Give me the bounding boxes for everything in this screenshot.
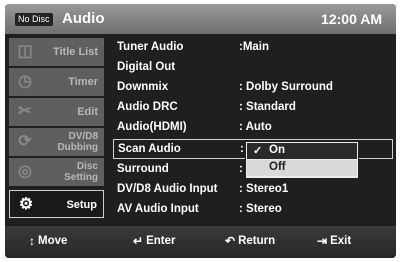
option-off[interactable]: Off: [247, 160, 357, 176]
settings-list: Tuner Audio :Main Digital Out Downmix : …: [113, 38, 393, 220]
menu-window: No Disc Audio 12:00 AM ◫ Title List ◷ Ti…: [5, 4, 396, 258]
no-disc-badge: No Disc: [15, 13, 53, 26]
header-bar: No Disc Audio 12:00 AM: [5, 4, 396, 34]
scan-audio-dropdown: ✓ On Off: [245, 141, 359, 179]
sidebar-item-label: Disc Setting: [64, 161, 98, 183]
sidebar-item-label: DV/D8 Dubbing: [57, 131, 98, 153]
clock-icon: ◷: [18, 73, 32, 90]
option-label: Off: [269, 161, 286, 173]
sidebar-item-label: Title List: [52, 46, 98, 58]
setting-label: Audio(HDMI): [117, 121, 187, 133]
setting-row-dv-d8-audio-input[interactable]: DV/D8 Audio Input : Stereo1: [113, 180, 393, 200]
film-icon: ◫: [17, 43, 33, 60]
setting-label: Tuner Audio: [117, 41, 184, 53]
setting-label: AV Audio Input: [117, 203, 199, 215]
setting-value: :: [239, 163, 243, 175]
setting-row-digital-out[interactable]: Digital Out: [113, 58, 393, 78]
setting-label: Digital Out: [117, 61, 176, 73]
return-icon: ↶: [225, 234, 236, 248]
dubbing-icon: ⟳: [18, 133, 32, 150]
setting-row-audio-hdmi[interactable]: Audio(HDMI) : Auto: [113, 118, 393, 138]
setting-label: DV/D8 Audio Input: [117, 183, 218, 195]
disc-icon: ◎: [18, 163, 32, 180]
sidebar: ◫ Title List ◷ Timer ✂ Edit ⟳ DV/D8 Dubb…: [9, 38, 104, 218]
setting-label: Surround: [117, 163, 169, 175]
sidebar-item-disc-setting[interactable]: ◎ Disc Setting: [9, 158, 104, 186]
setting-row-av-audio-input[interactable]: AV Audio Input : Stereo: [113, 200, 393, 220]
setting-row-audio-drc[interactable]: Audio DRC : Standard: [113, 98, 393, 118]
sidebar-item-label: Edit: [77, 106, 98, 118]
sidebar-item-setup[interactable]: ⚙ Setup: [9, 190, 104, 218]
return-label: Return: [238, 235, 276, 247]
enter-label: Enter: [146, 235, 176, 247]
sidebar-item-label: Timer: [68, 76, 98, 88]
enter-icon: ↵: [133, 234, 144, 248]
setting-value: : Stereo1: [239, 183, 289, 195]
setting-value: : Stereo: [239, 203, 282, 215]
sidebar-item-timer[interactable]: ◷ Timer: [9, 68, 104, 96]
move-hint: ↕ Move: [29, 234, 67, 248]
setting-label: Audio DRC: [117, 101, 178, 113]
exit-hint: ⇥ Exit: [317, 234, 351, 248]
clock: 12:00 AM: [321, 11, 382, 27]
setting-row-tuner-audio[interactable]: Tuner Audio :Main: [113, 38, 393, 58]
sidebar-item-edit[interactable]: ✂ Edit: [9, 98, 104, 126]
move-icon: ↕: [29, 234, 35, 248]
setting-value: : Dolby Surround: [239, 81, 333, 93]
setting-label: Downmix: [117, 81, 169, 93]
scissors-icon: ✂: [18, 103, 32, 120]
setting-label: Scan Audio: [118, 143, 181, 155]
setting-value: :Main: [239, 41, 270, 53]
move-label: Move: [38, 235, 68, 247]
setting-row-downmix[interactable]: Downmix : Dolby Surround: [113, 78, 393, 98]
footer-bar: ↕ Move ↵ Enter ↶ Return ⇥ Exit: [5, 226, 396, 258]
option-on[interactable]: ✓ On: [247, 143, 357, 159]
option-label: On: [269, 144, 285, 156]
menu-title: Audio: [62, 10, 105, 27]
exit-label: Exit: [330, 235, 352, 247]
enter-hint: ↵ Enter: [133, 234, 175, 248]
check-icon: ✓: [253, 145, 263, 157]
setting-value: :: [240, 143, 244, 155]
return-hint: ↶ Return: [225, 234, 275, 248]
setting-value: : Auto: [239, 121, 272, 133]
sidebar-item-label: Setup: [66, 199, 97, 211]
exit-icon: ⇥: [317, 234, 328, 248]
sidebar-item-title-list[interactable]: ◫ Title List: [9, 38, 104, 66]
setting-value: : Standard: [239, 101, 296, 113]
gear-icon: ⚙: [18, 196, 34, 213]
sidebar-item-dubbing[interactable]: ⟳ DV/D8 Dubbing: [9, 128, 104, 156]
